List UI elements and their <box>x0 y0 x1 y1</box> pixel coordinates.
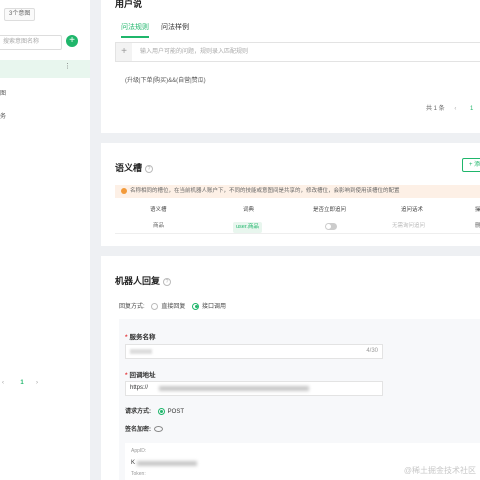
dict-tag: user.商品 <box>233 222 262 233</box>
callback-url-prefix: https:// <box>130 385 149 391</box>
add-slot-button[interactable]: + 添 <box>462 158 480 172</box>
redacted-url <box>159 386 309 391</box>
tab-samples[interactable]: 问法样例 <box>161 22 189 36</box>
rule-item[interactable]: (升级|下单|购买)&&(自营|赞瓜) <box>125 75 206 84</box>
warning-text: 名称相同的槽位，在当前机器人账户下，不同的技能或意图间是共享的，修改槽位，会影响… <box>130 188 400 194</box>
robot-reply-card: 机器人回复? 回复方式: 直接回复 接口调用 * 服务名称 4/30 * 回调地址 … <box>101 256 480 480</box>
tab-rules[interactable]: 问法规则 <box>121 22 149 38</box>
radio-api-call[interactable] <box>192 302 200 310</box>
help-icon[interactable]: ? <box>163 277 172 286</box>
callback-url-field[interactable]: https:// <box>125 381 383 396</box>
reply-mode-label: 回复方式: <box>119 304 145 310</box>
intent-sidebar: 3个意图 搜索意图名称 + ⋮ 图 务 ‹ 1 › <box>0 0 90 480</box>
eye-icon[interactable] <box>154 426 163 433</box>
intent-count-badge: 3个意图 <box>4 8 36 21</box>
followup-script: 无需询问追问 <box>392 223 426 229</box>
user-says-title-text: 用户说 <box>115 0 143 9</box>
radio-post[interactable] <box>157 407 165 415</box>
direct-reply-label[interactable]: 直接回复 <box>161 304 185 310</box>
slot-warning-banner: 名称相同的槽位，在当前机器人账户下，不同的技能或意图间是共享的，修改槽位，会影响… <box>115 185 480 198</box>
user-says-title: 用户说 <box>115 0 142 10</box>
post-label[interactable]: POST <box>168 409 184 415</box>
rules-pagination: 共 1 条 ‹ 1 <box>426 103 473 112</box>
more-icon[interactable]: ⋮ <box>64 60 71 74</box>
sidebar-item-intent-3[interactable]: 务 <box>0 110 90 124</box>
col-op: 操 <box>475 207 480 213</box>
warning-icon <box>121 187 127 194</box>
delete-link[interactable]: 删 <box>475 219 480 233</box>
col-dict: 词典 <box>243 207 255 213</box>
total-count: 共 1 条 <box>426 106 445 112</box>
callback-label: * 回调地址 <box>125 372 156 379</box>
slot-table-header: 语义槽 词典 是否立即追问 追问话术 操 <box>115 203 480 217</box>
redacted-value <box>130 349 152 354</box>
prev-page-icon[interactable]: ‹ <box>2 380 4 386</box>
api-call-label[interactable]: 接口调用 <box>202 304 226 310</box>
appid-label: AppID: <box>131 448 147 454</box>
intent-search-input[interactable]: 搜索意图名称 <box>0 35 62 50</box>
char-counter: 4/30 <box>366 348 378 354</box>
radio-direct-reply[interactable] <box>151 302 159 310</box>
request-method-row: 请求方式: POST <box>125 406 184 415</box>
api-config-panel: * 服务名称 4/30 * 回调地址 https:// 请求方式: POST 签名加… <box>119 319 480 480</box>
redacted-appid <box>137 461 197 466</box>
reply-title-text: 机器人回复 <box>115 276 161 286</box>
current-page[interactable]: 1 <box>470 106 473 112</box>
rule-input[interactable]: + 输入用户可能的问题，规则录入匹配规则 <box>115 42 480 62</box>
token-label: Token: <box>131 471 146 477</box>
reply-title: 机器人回复? <box>115 274 172 287</box>
rule-tabs: 问法规则 问法样例 <box>121 22 199 38</box>
sidebar-item-intent-1[interactable]: ⋮ <box>0 60 90 78</box>
table-row: 商品 user.商品 无需询问追问 删 <box>115 219 480 234</box>
user-says-card: 用户说 问法规则 问法样例 + 输入用户可能的问题，规则录入匹配规则 (升级|下… <box>101 0 480 133</box>
reply-mode-group: 回复方式: 直接回复 接口调用 <box>119 301 226 310</box>
help-icon[interactable]: ? <box>145 164 154 173</box>
sidebar-pagination: ‹ 1 › <box>0 378 90 392</box>
rule-input-placeholder: 输入用户可能的问题，规则录入匹配规则 <box>140 49 249 55</box>
followup-toggle[interactable] <box>325 223 337 230</box>
watermark: @稀土掘金技术社区 <box>403 466 476 475</box>
col-slot: 语义槽 <box>150 207 167 213</box>
slot-title-text: 语义槽 <box>115 163 143 173</box>
slot-name: 商品 <box>153 223 165 229</box>
sidebar-item-intent-2[interactable]: 图 <box>0 87 90 101</box>
sign-label: 签名加密: <box>125 427 151 433</box>
service-name-label: * 服务名称 <box>125 334 156 341</box>
col-followup: 是否立即追问 <box>313 207 347 213</box>
col-script: 追问话术 <box>401 207 424 213</box>
plus-icon[interactable]: + <box>116 43 132 61</box>
slot-title: 语义槽? <box>115 161 154 174</box>
appid-prefix: K <box>131 460 136 466</box>
add-intent-button[interactable]: + <box>66 35 78 47</box>
service-name-field[interactable]: 4/30 <box>125 344 383 359</box>
prev-page-icon[interactable]: ‹ <box>454 106 456 112</box>
request-method-label: 请求方式: <box>125 409 151 415</box>
current-page[interactable]: 1 <box>17 380 27 386</box>
sign-row: 签名加密: <box>125 424 163 433</box>
semantic-slot-card: 语义槽? + 添 名称相同的槽位，在当前机器人账户下，不同的技能或意图间是共享的… <box>101 143 480 246</box>
next-page-icon[interactable]: › <box>36 380 38 386</box>
